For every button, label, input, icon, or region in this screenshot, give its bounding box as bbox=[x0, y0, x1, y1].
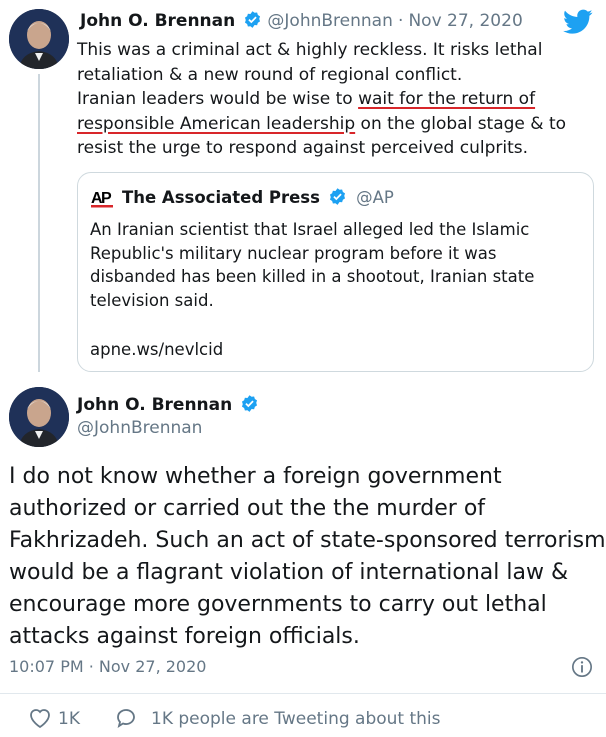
tweet2-timestamp[interactable]: 10:07 PM · Nov 27, 2020 bbox=[9, 657, 206, 676]
tweet1-text: Iranian leaders would be wise to bbox=[77, 89, 359, 109]
tweet1-line: resist the urge to respond against perce… bbox=[77, 138, 528, 158]
ap-logo: AP bbox=[90, 185, 114, 209]
quote-line: television said. bbox=[90, 290, 214, 310]
tweet1-line: Iranian leaders would be wise to wait fo… bbox=[77, 87, 597, 112]
tweet2-line: I do not know whether a foreign governme… bbox=[9, 464, 502, 489]
tweet1-line: responsible American leadership on the g… bbox=[77, 112, 597, 137]
quote-line: disbanded has been killed in a shootout,… bbox=[90, 267, 535, 286]
verified-badge-icon bbox=[243, 10, 262, 29]
tweet2-body: I do not know whether a foreign governme… bbox=[9, 461, 606, 653]
tweet2-author-name[interactable]: John O. Brennan bbox=[77, 395, 232, 415]
underlined-text: responsible American leadership bbox=[77, 113, 356, 134]
tweet2-line: Fakhrizadeh. Such an act of state-sponso… bbox=[9, 528, 606, 553]
thread-connector-line bbox=[38, 74, 40, 372]
comment-icon[interactable] bbox=[114, 707, 138, 733]
likes-count[interactable]: 1K bbox=[58, 709, 80, 729]
tweet2-line: attacks against foreign officials. bbox=[9, 624, 360, 649]
quote-handle[interactable]: @AP bbox=[356, 188, 394, 207]
twitter-bird-icon bbox=[563, 9, 593, 39]
info-icon[interactable] bbox=[571, 656, 593, 682]
tweet2-line: authorized or carried out the the murder… bbox=[9, 496, 486, 521]
tweet1-author-name[interactable]: John O. Brennan bbox=[80, 11, 235, 31]
quote-link[interactable]: apne.ws/nevlcid bbox=[90, 338, 223, 362]
quote-line: An Iranian scientist that Israel alleged… bbox=[90, 220, 530, 239]
avatar-brennan-2[interactable] bbox=[9, 387, 69, 447]
heart-icon[interactable] bbox=[28, 707, 52, 733]
tweet1-separator: · bbox=[397, 11, 404, 31]
tweet2-line: would be a flagrant violation of interna… bbox=[9, 560, 569, 585]
quote-header: The Associated Press @AP bbox=[122, 187, 394, 207]
tweet1-date[interactable]: Nov 27, 2020 bbox=[408, 11, 522, 31]
quote-body: An Iranian scientist that Israel alleged… bbox=[90, 218, 585, 312]
verified-badge-icon bbox=[240, 394, 259, 413]
tweet1-handle[interactable]: @JohnBrennan bbox=[267, 11, 392, 31]
tweeting-about-link[interactable]: 1K people are Tweeting about this bbox=[151, 709, 441, 729]
divider bbox=[0, 693, 606, 694]
tweet1-line: This was a criminal act & highly reckles… bbox=[77, 40, 543, 60]
tweet1-header: John O. Brennan @JohnBrennan · Nov 27, 2… bbox=[80, 10, 523, 31]
quoted-tweet-card[interactable]: AP The Associated Press @AP An Iranian s… bbox=[77, 172, 594, 372]
quote-author-name[interactable]: The Associated Press bbox=[122, 188, 320, 207]
verified-badge-icon bbox=[328, 187, 347, 206]
tweet1-text: on the global stage & to bbox=[355, 113, 567, 134]
tweet1-line: retaliation & a new round of regional co… bbox=[77, 64, 463, 85]
underlined-text: wait for the return of bbox=[358, 89, 536, 109]
tweet2-author: John O. Brennan bbox=[77, 394, 259, 415]
tweet2-line: encourage more governments to carry out … bbox=[9, 592, 547, 617]
tweet2-handle[interactable]: @JohnBrennan bbox=[77, 418, 202, 438]
avatar-brennan-1[interactable] bbox=[9, 9, 69, 69]
tweet1-body: This was a criminal act & highly reckles… bbox=[77, 38, 597, 161]
svg-text:P: P bbox=[101, 190, 112, 207]
quote-line: Republic's military nuclear program befo… bbox=[90, 243, 497, 263]
